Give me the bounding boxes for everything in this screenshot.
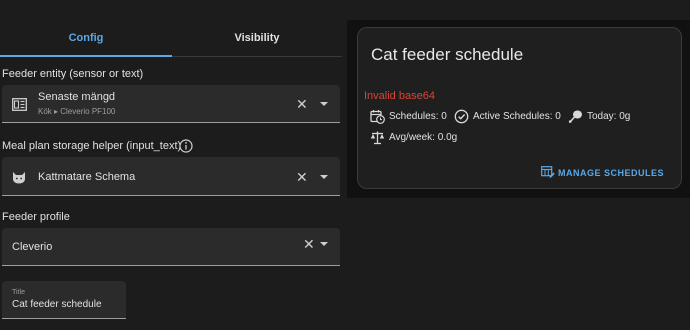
clear-icon[interactable]: ✕	[296, 97, 308, 111]
schedules-count: Schedules: 0	[389, 111, 447, 122]
sensor-icon	[11, 96, 27, 112]
active-tab-indicator	[0, 55, 172, 57]
cat-icon	[11, 169, 27, 185]
meal-plan-value: Kattmatare Schema	[38, 171, 136, 183]
error-message: Invalid base64	[364, 90, 435, 102]
tab-bar: Config Visibility	[0, 20, 342, 57]
chevron-down-icon[interactable]	[320, 242, 328, 246]
clear-icon[interactable]: ✕	[303, 237, 315, 251]
scale-balance-icon	[370, 130, 385, 145]
cat-feeder-card: Cat feeder schedule Invalid base64 Sched…	[357, 27, 682, 189]
feeder-profile-label: Feeder profile	[2, 211, 70, 223]
title-input-value: Cat feeder schedule	[12, 299, 102, 310]
editor-panel: Config Visibility Feeder entity (sensor …	[0, 0, 342, 330]
active-schedules-count: Active Schedules: 0	[473, 111, 561, 122]
feeder-profile-select[interactable]: Cleverio ✕	[2, 228, 340, 266]
check-circle-icon	[454, 109, 469, 124]
feeder-entity-label: Feeder entity (sensor or text)	[2, 68, 144, 80]
chevron-down-icon[interactable]	[320, 102, 328, 106]
today-amount: Today: 0g	[587, 111, 631, 122]
manage-schedules-button[interactable]: MANAGE SCHEDULES	[541, 166, 664, 179]
meal-plan-picker[interactable]: Kattmatare Schema ✕	[2, 157, 340, 196]
feeder-entity-picker[interactable]: Senaste mängd Kök ▸ Cleverio PF100 ✕	[2, 85, 340, 123]
calendar-clock-icon	[370, 109, 385, 124]
avg-week-amount: Avg/week: 0.0g	[389, 132, 458, 143]
meal-plan-label: Meal plan storage helper (input_text)	[2, 140, 182, 152]
tab-visibility[interactable]: Visibility	[172, 20, 342, 56]
manage-schedules-label: MANAGE SCHEDULES	[557, 167, 664, 178]
feeder-entity-value: Senaste mängd	[38, 91, 116, 103]
feeder-profile-value: Cleverio	[12, 241, 53, 253]
clear-icon[interactable]: ✕	[296, 170, 308, 184]
food-drumstick-icon	[568, 109, 583, 124]
feeder-entity-subtitle: Kök ▸ Cleverio PF100	[38, 107, 116, 116]
tab-config[interactable]: Config	[0, 20, 172, 56]
title-input[interactable]: Title Cat feeder schedule	[2, 281, 126, 319]
chevron-down-icon[interactable]	[320, 175, 328, 179]
title-input-label: Title	[12, 289, 25, 296]
card-title: Cat feeder schedule	[371, 45, 524, 64]
info-icon[interactable]	[178, 138, 193, 153]
calendar-edit-icon	[541, 166, 555, 179]
